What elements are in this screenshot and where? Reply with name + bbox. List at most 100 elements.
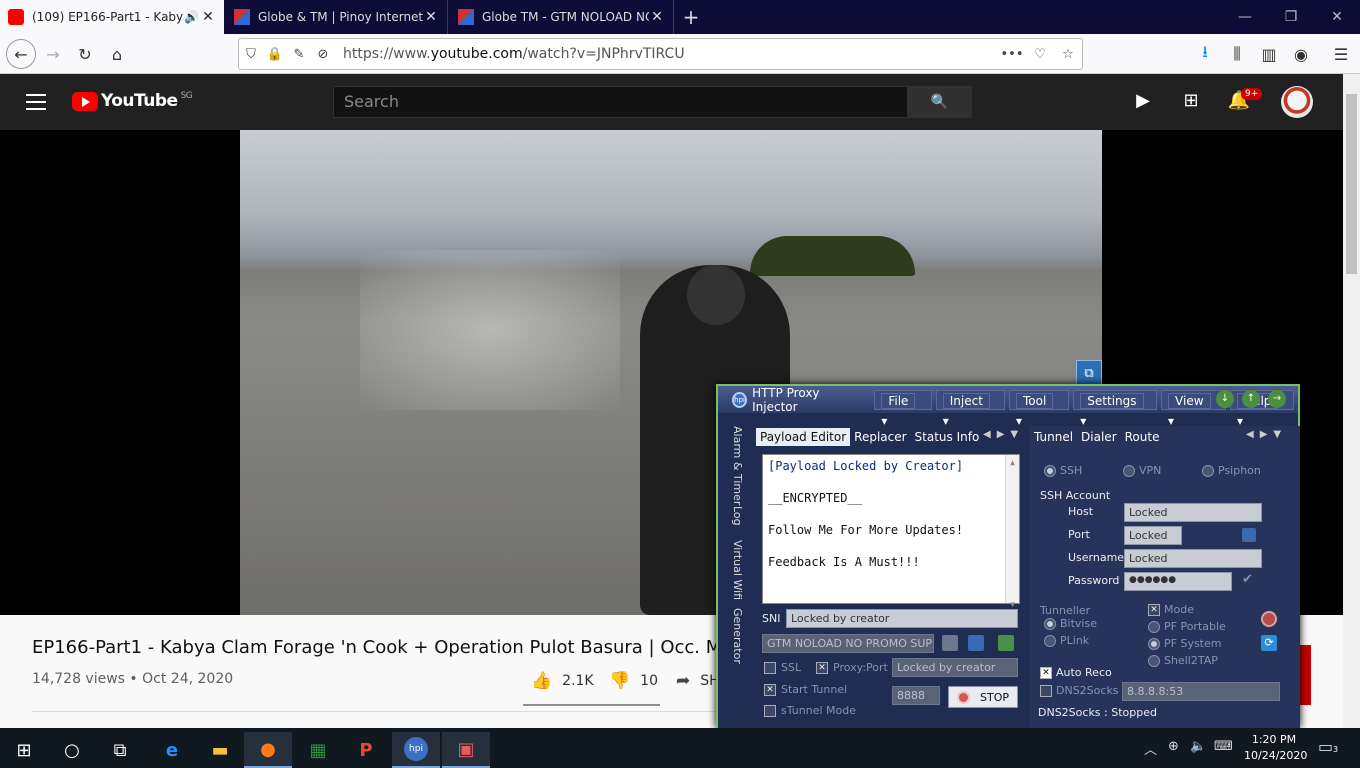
pf-system-radio[interactable] — [1148, 638, 1160, 650]
payload-editor[interactable]: [Payload Locked by Creator] __ENCRYPTED_… — [762, 454, 1020, 609]
page-scrollbar[interactable] — [1343, 74, 1360, 728]
minimize-arrow-icon[interactable]: ↓ — [1216, 390, 1234, 408]
page-actions-icon[interactable]: ••• — [998, 47, 1026, 62]
url-text[interactable]: https://www.youtube.com/watch?v=JNPhrvTI… — [343, 46, 998, 62]
close-arrow-icon[interactable]: → — [1268, 390, 1286, 408]
guide-menu-icon[interactable] — [26, 94, 46, 110]
psiphon-icon[interactable]: P — [342, 732, 390, 768]
downloads-icon[interactable]: ⭳ — [1190, 40, 1220, 68]
tab-tunnel[interactable]: Tunnel — [1030, 428, 1078, 446]
sni-field[interactable]: Locked by creator — [786, 609, 1018, 628]
tunneller-bitvise-radio[interactable] — [1044, 618, 1056, 630]
close-tab-icon[interactable]: ✕ — [423, 9, 439, 25]
new-tab-button[interactable]: + — [676, 0, 706, 34]
shield-icon[interactable]: ⛉ — [239, 47, 263, 62]
tab-payload-editor[interactable]: Payload Editor — [756, 428, 851, 446]
side-tab-generator[interactable]: Generator — [731, 608, 744, 664]
delete-profile-icon[interactable] — [942, 635, 958, 651]
edge-icon[interactable]: e — [148, 732, 196, 768]
tab-gtm-noload[interactable]: Globe TM - GTM NOLOAD NO PR ✕ — [450, 0, 674, 34]
left-tab-scroll-arrows[interactable]: ◀▶▼ — [983, 429, 1024, 440]
network-icon[interactable]: ⊕ — [1168, 739, 1179, 754]
refresh-icon[interactable]: ⟳ — [1261, 635, 1277, 651]
tray-chevron-icon[interactable]: ︿ — [1144, 739, 1157, 758]
right-tab-scroll-arrows[interactable]: ◀▶▼ — [1246, 429, 1287, 440]
save-profile-icon[interactable] — [968, 635, 984, 651]
port-field[interactable]: Locked — [1124, 526, 1182, 545]
proxyport-checkbox[interactable]: ✕ — [816, 662, 828, 674]
create-video-icon[interactable]: ▶︎ — [1131, 90, 1155, 114]
dns2socks-checkbox[interactable] — [1040, 685, 1052, 697]
save-account-icon[interactable] — [1242, 528, 1256, 542]
mode-checkbox[interactable]: ✕ — [1148, 604, 1160, 616]
menu-icon[interactable]: ☰ — [1326, 40, 1356, 68]
side-tab-virtual-wifi[interactable]: Virtual Wifi — [731, 540, 744, 600]
autoplay-icon[interactable]: ⊘ — [311, 47, 335, 62]
side-tab-log[interactable]: Log — [731, 506, 744, 526]
host-field[interactable]: Locked — [1124, 503, 1262, 522]
action-center-icon[interactable]: ▭ — [1318, 737, 1333, 756]
cortana-search-icon[interactable]: ○ — [48, 732, 96, 768]
proxyport-field[interactable]: Locked by creator — [892, 658, 1018, 677]
mode-vpn-radio[interactable] — [1123, 465, 1135, 477]
account-icon[interactable]: ◉ — [1286, 40, 1316, 68]
url-bar[interactable]: ⛉ 🔒 ✎ ⊘ https://www.youtube.com/watch?v=… — [238, 38, 1083, 70]
password-field[interactable]: ●●●●●● — [1124, 572, 1232, 591]
task-view-icon[interactable]: ⧉ — [96, 732, 144, 768]
back-icon[interactable]: ← — [6, 39, 36, 69]
library-icon[interactable]: ⫼ — [1222, 40, 1252, 68]
minimize-icon[interactable]: — — [1222, 0, 1268, 34]
menu-settings[interactable]: Settings ▾ — [1073, 389, 1158, 428]
permissions-icon[interactable]: ✎ — [287, 47, 311, 62]
tab-globe-tm[interactable]: Globe & TM | Pinoy Internet and ✕ — [226, 0, 448, 34]
mode-psiphon-radio[interactable] — [1202, 465, 1214, 477]
profile-select[interactable]: GTM NOLOAD NO PROMO SUPE — [762, 634, 934, 653]
close-window-icon[interactable]: ✕ — [1314, 0, 1360, 34]
tab-replacer[interactable]: Replacer — [850, 428, 910, 446]
volume-icon[interactable]: 🔈 — [1190, 739, 1206, 754]
tab-dialer[interactable]: Dialer — [1077, 428, 1121, 446]
close-tab-icon[interactable]: ✕ — [200, 9, 216, 25]
pocket-icon[interactable]: ♡ — [1026, 47, 1054, 62]
ssl-checkbox[interactable] — [764, 662, 776, 674]
like-button[interactable]: 👍 2.1K — [531, 671, 594, 691]
pf-portable-radio[interactable] — [1148, 621, 1160, 633]
hpi-taskbar-icon[interactable]: hpi — [392, 732, 440, 768]
apps-grid-icon[interactable]: ⊞ — [1179, 90, 1203, 114]
speaker-icon[interactable]: 🔊 — [184, 10, 200, 24]
tab-route[interactable]: Route — [1121, 428, 1164, 446]
tab-youtube[interactable]: (109) EP166-Part1 - Kabya Clam 🔊 ✕ — [0, 0, 224, 34]
payload-scrollbar[interactable]: ▲ ▼ — [1005, 455, 1019, 609]
menu-tool[interactable]: Tool ▾ — [1008, 389, 1070, 428]
app-icon[interactable]: ▣ — [442, 732, 490, 768]
scrollbar-thumb[interactable] — [1346, 94, 1357, 274]
auto-reco-checkbox[interactable]: ✕ — [1040, 667, 1052, 679]
start-tunnel-checkbox[interactable]: ✕ — [764, 684, 776, 696]
restore-icon[interactable]: ❐ — [1268, 0, 1314, 34]
hpi-title-bar[interactable]: hpi HTTP Proxy Injector File ▾ Inject ▾ … — [718, 386, 1298, 428]
reload-icon[interactable]: ↻ — [70, 40, 100, 68]
dns-server-field[interactable]: 8.8.8.8:53 — [1122, 682, 1280, 701]
username-field[interactable]: Locked — [1124, 549, 1262, 568]
sidebar-icon[interactable]: ▥ — [1254, 40, 1284, 68]
stop-button[interactable]: STOP — [948, 686, 1018, 708]
picture-in-picture-icon[interactable]: ⧉ — [1076, 360, 1102, 386]
bookmark-star-icon[interactable]: ☆ — [1054, 47, 1082, 62]
side-tab-alarm-timer[interactable]: Alarm & Timer — [731, 426, 744, 505]
show-password-check-icon[interactable]: ✔ — [1242, 572, 1253, 587]
avatar[interactable] — [1281, 86, 1313, 118]
close-tab-icon[interactable]: ✕ — [649, 9, 665, 25]
menu-file[interactable]: File ▾ — [874, 389, 932, 428]
import-profile-icon[interactable] — [998, 635, 1014, 651]
tab-status-info[interactable]: Status Info — [911, 428, 984, 446]
stunnel-checkbox[interactable] — [764, 705, 776, 717]
system-clock[interactable]: 1:20 PM 10/24/2020 — [1244, 732, 1307, 764]
tunneller-plink-radio[interactable] — [1044, 635, 1056, 647]
youtube-logo[interactable]: YouTube SG — [72, 91, 193, 111]
share-button[interactable]: ➦ SH — [676, 671, 720, 691]
file-explorer-icon[interactable]: ▬ — [196, 732, 244, 768]
record-icon[interactable] — [1261, 611, 1277, 627]
home-icon[interactable]: ⌂ — [102, 40, 132, 68]
dislike-button[interactable]: 👎 10 — [609, 671, 658, 691]
keyboard-icon[interactable]: ⌨ — [1214, 739, 1233, 754]
